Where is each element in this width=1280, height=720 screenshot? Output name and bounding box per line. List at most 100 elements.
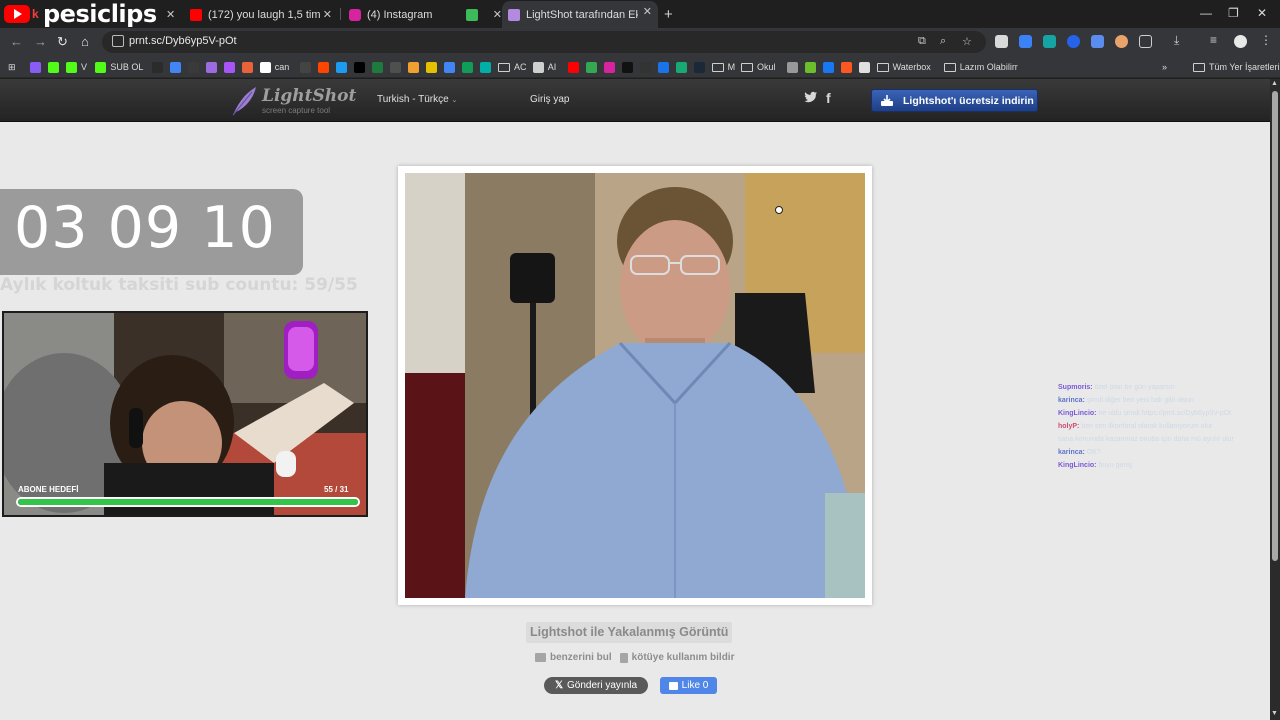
bookmark-label: Okul: [757, 62, 776, 72]
page-scrollbar[interactable]: ▲ ▼: [1270, 79, 1280, 720]
new-tab-button[interactable]: +: [664, 6, 673, 23]
tab-title: (4) Instagram: [367, 9, 433, 21]
bookmark-item[interactable]: AI: [532, 60, 556, 74]
bookmark-item[interactable]: [408, 60, 423, 74]
back-button[interactable]: ←: [10, 34, 23, 49]
reading-list-icon[interactable]: ≡: [1210, 33, 1223, 47]
pen-extension-icon[interactable]: [995, 35, 1008, 48]
bookmark-item[interactable]: [187, 60, 203, 74]
all-bookmarks-folder[interactable]: Tüm Yer İşaretleri: [1193, 60, 1280, 74]
bookmark-item[interactable]: Okul: [741, 60, 776, 74]
bookmark-item[interactable]: [205, 60, 221, 74]
download-icon[interactable]: ⤓: [1174, 33, 1187, 47]
bookmark-item[interactable]: [585, 60, 601, 74]
bookmark-item[interactable]: [444, 60, 459, 74]
bookmark-item[interactable]: [426, 60, 441, 74]
bookmark-icon: [205, 61, 217, 73]
chat-username: karinca:: [1058, 449, 1085, 456]
bookmark-item[interactable]: [822, 60, 838, 74]
goal-progress-fill: [18, 499, 358, 505]
facebook-like-button[interactable]: Like 0: [660, 677, 717, 694]
extension-icon[interactable]: [1067, 35, 1080, 48]
close-icon[interactable]: ✕: [643, 5, 652, 18]
tab-youtube[interactable]: (172) you laugh 1,5 times, you ✕: [190, 4, 338, 26]
bookmark-icon: [840, 61, 852, 73]
report-abuse-link[interactable]: kötüye kullanım bildir: [619, 652, 734, 663]
download-lightshot-button[interactable]: Lightshot'ı ücretsiz indirin: [871, 89, 1038, 112]
reload-button[interactable]: ↻: [57, 34, 68, 50]
bookmark-item[interactable]: [169, 60, 185, 74]
bookmark-item[interactable]: [462, 60, 477, 74]
bookmark-item[interactable]: M: [711, 60, 735, 74]
facebook-icon[interactable]: f: [826, 90, 831, 106]
bookmark-item[interactable]: [693, 60, 709, 74]
address-bar[interactable]: prnt.sc/Dyb6yp5V-pOt ⧉ ⌕ ☆: [102, 31, 986, 53]
tab-pinned[interactable]: ✕: [466, 4, 502, 26]
screenshot-image[interactable]: [405, 173, 865, 598]
bookmark-item[interactable]: [603, 60, 619, 74]
bookmark-item[interactable]: [318, 60, 333, 74]
home-button[interactable]: ⌂: [81, 34, 89, 49]
tab-lightshot[interactable]: LightShot tarafından Ekran Gör ✕: [502, 1, 658, 28]
bookmark-item[interactable]: [336, 60, 351, 74]
login-link[interactable]: Giriş yap: [530, 94, 569, 105]
bookmark-item[interactable]: [354, 60, 369, 74]
puzzle-icon[interactable]: [1139, 35, 1152, 48]
twitter-icon[interactable]: [804, 90, 818, 104]
translate-icon[interactable]: [1091, 35, 1104, 48]
bookmark-item[interactable]: [480, 60, 495, 74]
menu-icon[interactable]: ⋮: [1260, 33, 1273, 47]
bookmark-item[interactable]: [639, 60, 655, 74]
forward-button[interactable]: →: [34, 34, 47, 49]
bookmark-item[interactable]: [223, 60, 239, 74]
bookmark-item[interactable]: Waterbox: [876, 60, 931, 74]
bookmark-item[interactable]: [151, 60, 167, 74]
bookmark-item[interactable]: [858, 60, 874, 74]
bookmark-item[interactable]: [241, 60, 257, 74]
window-close-button[interactable]: ✕: [1257, 6, 1267, 20]
bookmark-icon: [48, 61, 59, 73]
more-bookmarks-button[interactable]: »: [1162, 60, 1167, 74]
bookmark-item[interactable]: V: [66, 60, 87, 74]
extension-icon[interactable]: [1043, 35, 1056, 48]
extension-icon[interactable]: [1115, 35, 1128, 48]
language-selector[interactable]: Turkish - Türkçe ⌄: [377, 94, 457, 105]
tweet-label: Gönderi yayınla: [567, 680, 638, 691]
apps-grid-icon[interactable]: ⊞: [8, 60, 16, 74]
close-icon[interactable]: ✕: [493, 8, 502, 21]
close-icon[interactable]: ✕: [166, 8, 175, 21]
bookmark-item[interactable]: [675, 60, 691, 74]
cast-icon[interactable]: ⧉: [918, 35, 926, 48]
scrollbar-thumb[interactable]: [1272, 91, 1278, 561]
mouse-cursor-icon: [775, 206, 783, 214]
bookmark-item[interactable]: [621, 60, 637, 74]
bookmark-item[interactable]: [48, 60, 63, 74]
extension-icon[interactable]: [1019, 35, 1032, 48]
bookmark-item[interactable]: [657, 60, 673, 74]
bookmark-item[interactable]: [840, 60, 856, 74]
find-similar-link[interactable]: benzerini bul: [535, 652, 612, 663]
bookmark-star-icon[interactable]: ☆: [962, 35, 972, 48]
bookmark-item[interactable]: [567, 60, 583, 74]
bookmark-item[interactable]: Lazım Olabilirr: [943, 60, 1018, 74]
bookmark-item[interactable]: [300, 60, 315, 74]
tweet-button[interactable]: 𝕏 Gönderi yayınla: [544, 677, 648, 694]
bookmark-item[interactable]: AC: [498, 60, 527, 74]
bookmark-item[interactable]: [786, 60, 802, 74]
bookmark-item[interactable]: can: [259, 60, 289, 74]
site-info-icon[interactable]: [112, 35, 124, 47]
bookmark-icon: [693, 61, 705, 73]
scroll-down-arrow-icon[interactable]: ▼: [1271, 710, 1278, 717]
bookmark-item[interactable]: [30, 60, 45, 74]
lightshot-logo[interactable]: LightShot screen capture tool: [230, 84, 356, 118]
scroll-up-arrow-icon[interactable]: ▲: [1271, 80, 1278, 87]
bookmark-item[interactable]: [804, 60, 820, 74]
bookmark-item[interactable]: [390, 60, 405, 74]
close-icon[interactable]: ✕: [323, 8, 332, 21]
minimize-button[interactable]: —: [1200, 6, 1212, 20]
zoom-icon[interactable]: ⌕: [940, 35, 946, 48]
bookmark-item[interactable]: [372, 60, 387, 74]
bookmark-item[interactable]: SUB OL: [95, 60, 143, 74]
maximize-button[interactable]: ❐: [1228, 6, 1239, 20]
profile-avatar[interactable]: [1234, 35, 1247, 48]
